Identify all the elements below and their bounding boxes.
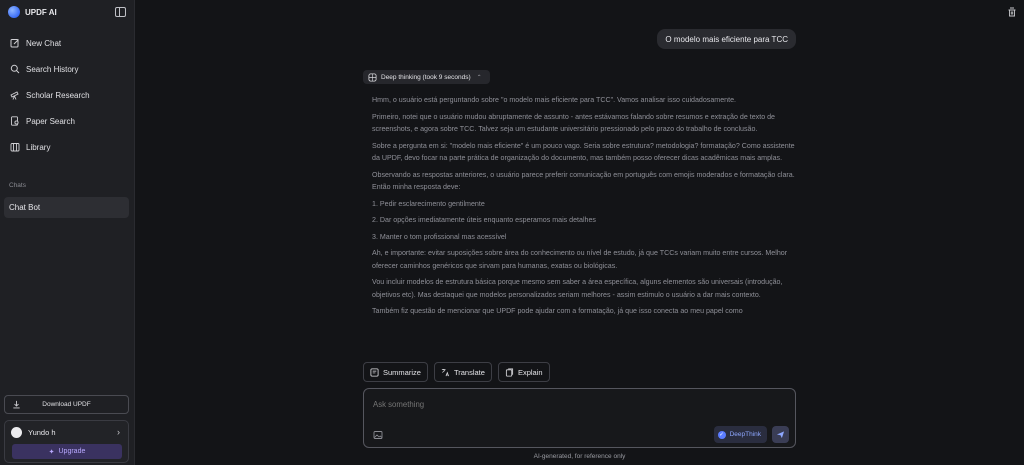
collapse-sidebar-icon[interactable]	[115, 7, 126, 17]
avatar[interactable]	[11, 427, 22, 438]
updf-logo-icon	[8, 6, 20, 18]
summarize-button[interactable]: Summarize	[363, 362, 428, 382]
reasoning-text: Hmm, o usuário está perguntando sobre "o…	[372, 94, 797, 352]
chevron-right-icon[interactable]: ›	[117, 427, 120, 437]
library-icon	[10, 142, 20, 152]
reasoning-paragraph: Observando as respostas anteriores, o us…	[372, 170, 795, 192]
reasoning-paragraph: 2. Dar opções imediatamente úteis enquan…	[372, 216, 596, 224]
edit-icon	[10, 38, 20, 48]
sidebar-item-label: Search History	[26, 64, 79, 74]
sidebar-item-new-chat[interactable]: New Chat	[4, 30, 130, 56]
deepthink-toggle[interactable]: ✓ DeepThink	[713, 426, 767, 443]
explain-icon	[505, 367, 513, 377]
sidebar-item-search-history[interactable]: Search History	[4, 56, 130, 82]
brain-icon	[368, 72, 377, 82]
download-label: Download UPDF	[42, 401, 91, 408]
reasoning-paragraph: Vou incluir modelos de estrutura básica …	[372, 278, 783, 299]
ai-disclaimer: AI-generated, for reference only	[533, 453, 626, 460]
reasoning-paragraph: 1. Pedir esclarecimento gentilmente	[372, 199, 485, 208]
reasoning-paragraph: Sobre a pergunta em si: "modelo mais efi…	[372, 141, 795, 163]
explain-button[interactable]: Explain	[497, 362, 550, 382]
user-message-bubble: O modelo mais eficiente para TCC	[657, 29, 796, 49]
sidebar-item-label: Library	[26, 142, 51, 152]
sidebar-item-paper-search[interactable]: Paper Search	[4, 108, 130, 134]
chevron-up-icon: ⌃	[476, 74, 482, 81]
sidebar-item-label: Paper Search	[26, 116, 75, 126]
deep-thinking-toggle[interactable]: Deep thinking (took 9 seconds) ⌃	[363, 70, 490, 84]
brand[interactable]: UPDF AI	[8, 6, 57, 18]
reasoning-paragraph: Também fiz questão de mencionar que UPDF…	[372, 307, 743, 315]
brand-name: UPDF AI	[25, 7, 57, 17]
deep-thinking-label: Deep thinking (took 9 seconds)	[381, 73, 471, 81]
sidebar-item-label: New Chat	[26, 38, 62, 48]
user-card[interactable]: Yundo h › ✦ Upgrade	[4, 420, 129, 463]
translate-label: Translate	[453, 367, 485, 377]
chats-section-label: Chats	[9, 182, 26, 189]
sidebar-nav: New Chat Search History Scholar Research…	[4, 30, 130, 160]
reasoning-paragraph: Primeiro, notei que o usuário mudou abru…	[372, 112, 776, 134]
translate-icon	[441, 368, 449, 376]
send-button[interactable]	[772, 426, 789, 443]
translate-button[interactable]: Translate	[433, 362, 492, 382]
sparkle-icon: ✦	[48, 448, 55, 456]
chat-input[interactable]	[373, 400, 673, 409]
user-name: Yundo h	[28, 428, 56, 437]
chat-list-item[interactable]: Chat Bot	[4, 197, 129, 218]
reasoning-paragraph: 3. Manter o tom profissional mas acessív…	[372, 232, 507, 241]
summarize-icon	[370, 367, 379, 377]
reasoning-fade-overlay	[360, 330, 800, 355]
upgrade-button[interactable]: ✦ Upgrade	[12, 444, 122, 459]
sidebar: UPDF AI New Chat Search History Scholar …	[0, 0, 135, 465]
deepthink-label: DeepThink	[729, 431, 761, 438]
reasoning-paragraph: Ah, e importante: evitar suposições sobr…	[372, 249, 788, 270]
telescope-icon	[10, 90, 20, 100]
explain-label: Explain	[517, 367, 543, 377]
sidebar-item-scholar-research[interactable]: Scholar Research	[4, 82, 130, 108]
upgrade-label: Upgrade	[58, 448, 86, 455]
summarize-label: Summarize	[383, 367, 421, 377]
download-icon	[13, 400, 20, 409]
clear-chat-icon[interactable]	[1007, 7, 1017, 17]
sidebar-item-label: Scholar Research	[26, 90, 90, 100]
send-icon	[776, 431, 785, 439]
search-icon	[10, 64, 20, 74]
deepthink-icon: ✓	[717, 430, 726, 439]
quick-actions: Summarize Translate Explain	[363, 362, 550, 382]
paper-search-icon	[10, 116, 20, 126]
image-upload-icon[interactable]	[373, 430, 383, 440]
download-updf-button[interactable]: Download UPDF	[4, 395, 129, 414]
chat-input-box[interactable]: ✓ DeepThink	[363, 388, 796, 448]
reasoning-paragraph: Hmm, o usuário está perguntando sobre "o…	[372, 96, 736, 104]
sidebar-item-library[interactable]: Library	[4, 134, 130, 160]
